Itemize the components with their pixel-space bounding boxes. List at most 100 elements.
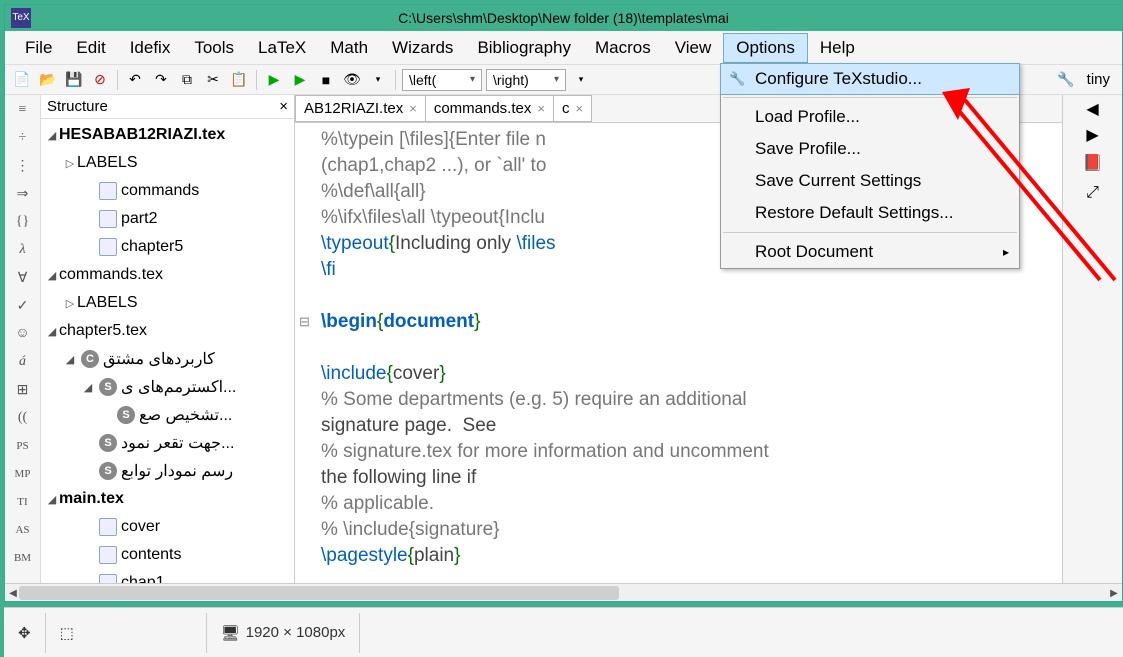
twisty-icon[interactable]: ◢: [45, 493, 59, 506]
tree-row[interactable]: part2: [41, 205, 294, 233]
toolbar-right-label: tiny: [1087, 71, 1110, 88]
right-delim-combo[interactable]: \right): [486, 69, 566, 91]
wrench-icon[interactable]: 🔧: [1055, 69, 1077, 91]
tab-scroll-left-icon[interactable]: ◀: [1086, 99, 1098, 119]
view-icon[interactable]: 👁: [341, 69, 363, 91]
left-delim-combo[interactable]: \left(: [402, 69, 482, 91]
menu-wizards[interactable]: Wizards: [380, 34, 465, 62]
twisty-icon[interactable]: ▷: [63, 297, 77, 310]
math-icon[interactable]: ⊞: [11, 379, 35, 401]
struct-icon[interactable]: ≡: [11, 99, 35, 121]
menu-math[interactable]: Math: [318, 34, 380, 62]
tree-row[interactable]: ◢main.tex: [41, 485, 294, 513]
tree-row[interactable]: ◢chapter5.tex: [41, 317, 294, 345]
tree-row[interactable]: ▷LABELS: [41, 289, 294, 317]
redo-icon[interactable]: ↷: [150, 69, 172, 91]
menu-idefix[interactable]: Idefix: [118, 34, 183, 62]
twisty-icon[interactable]: ◢: [45, 129, 59, 142]
stop-icon[interactable]: ■: [315, 69, 337, 91]
braces-icon[interactable]: {}: [11, 211, 35, 233]
menu-item[interactable]: Save Profile...: [721, 133, 1019, 165]
menu-item[interactable]: 🔧Configure TeXstudio...: [720, 63, 1020, 95]
fold-icon[interactable]: ⊟: [299, 309, 310, 335]
close-tab-icon[interactable]: ×: [537, 101, 545, 116]
app-icon: TeX: [11, 8, 31, 28]
menu-options[interactable]: Options: [723, 33, 808, 63]
menu-file[interactable]: File: [13, 34, 64, 62]
tree-row[interactable]: chapter5: [41, 233, 294, 261]
horizontal-scrollbar[interactable]: ◀ ▶: [5, 583, 1122, 601]
close-tab-icon[interactable]: ×: [575, 101, 583, 116]
close-tab-icon[interactable]: ×: [409, 101, 417, 116]
save-icon[interactable]: 💾: [63, 69, 85, 91]
editor-tab[interactable]: c×: [553, 95, 592, 122]
mp-icon[interactable]: MP: [11, 463, 35, 485]
editor-tab[interactable]: commands.tex×: [425, 95, 554, 122]
tree-row[interactable]: commands: [41, 177, 294, 205]
twisty-icon[interactable]: ▷: [63, 157, 77, 170]
menu-latex[interactable]: LaTeX: [246, 34, 318, 62]
scroll-right-icon[interactable]: ▶: [1106, 584, 1122, 602]
tree-row[interactable]: ▷LABELS: [41, 149, 294, 177]
tree-row[interactable]: Sجهت تقعر نمود...: [41, 429, 294, 457]
close-icon[interactable]: ⊘: [89, 69, 111, 91]
tree-row[interactable]: ◢commands.tex: [41, 261, 294, 289]
move-tool-icon[interactable]: ✥: [4, 624, 45, 642]
new-file-icon[interactable]: 📄: [11, 69, 33, 91]
selection-icon[interactable]: ⬚: [46, 624, 206, 642]
menu-tools[interactable]: Tools: [182, 34, 246, 62]
paste-icon[interactable]: 📋: [228, 69, 250, 91]
menu-view[interactable]: View: [663, 34, 724, 62]
tree-row[interactable]: contents: [41, 541, 294, 569]
undo-icon[interactable]: ↶: [124, 69, 146, 91]
menu-item[interactable]: Save Current Settings: [721, 165, 1019, 197]
ps-icon[interactable]: PS: [11, 435, 35, 457]
menu-item[interactable]: Load Profile...: [721, 101, 1019, 133]
ti-icon[interactable]: TI: [11, 491, 35, 513]
tree-row[interactable]: chap1: [41, 569, 294, 583]
dropdown-icon[interactable]: ▾: [367, 69, 389, 91]
lambda-icon[interactable]: λ: [11, 239, 35, 261]
titlebar: TeX C:\Users\shm\Desktop\New folder (18)…: [5, 5, 1122, 31]
menu-bibliography[interactable]: Bibliography: [465, 34, 583, 62]
close-panel-icon[interactable]: ×: [279, 98, 288, 115]
dropdown-icon[interactable]: ▾: [570, 69, 592, 91]
tree-row[interactable]: ◢HESABAB12RIAZI.tex: [41, 121, 294, 149]
twisty-icon[interactable]: ◢: [63, 353, 77, 366]
parens-icon[interactable]: ((: [11, 407, 35, 429]
file-icon: [99, 238, 117, 256]
twisty-icon[interactable]: ◢: [81, 381, 95, 394]
tab-scroll-right-icon[interactable]: ▶: [1086, 125, 1098, 145]
menu-edit[interactable]: Edit: [64, 34, 117, 62]
accent-icon[interactable]: á: [11, 351, 35, 373]
tree-row[interactable]: Sتشخیص صع...: [41, 401, 294, 429]
smiley-icon[interactable]: ☺: [11, 323, 35, 345]
dots-icon[interactable]: ⋮: [11, 155, 35, 177]
menu-item[interactable]: Root Document: [721, 236, 1019, 268]
as-icon[interactable]: AS: [11, 519, 35, 541]
expand-icon[interactable]: ⤢: [1081, 181, 1105, 205]
copy-icon[interactable]: ⧉: [176, 69, 198, 91]
arrows-icon[interactable]: ⇒: [11, 183, 35, 205]
editor-tab[interactable]: AB12RIAZI.tex×: [295, 95, 426, 122]
run-icon[interactable]: ▶: [289, 69, 311, 91]
pdf-icon[interactable]: 📕: [1081, 151, 1105, 175]
bm-icon[interactable]: BM: [11, 547, 35, 569]
scrollbar-thumb[interactable]: [19, 586, 619, 600]
build-icon[interactable]: ▶: [263, 69, 285, 91]
forall-icon[interactable]: ∀: [11, 267, 35, 289]
menu-macros[interactable]: Macros: [583, 34, 663, 62]
open-file-icon[interactable]: 📂: [37, 69, 59, 91]
tree-row[interactable]: Sرسم نمودار توابع: [41, 457, 294, 485]
check-icon[interactable]: ✓: [11, 295, 35, 317]
tree-row[interactable]: cover: [41, 513, 294, 541]
twisty-icon[interactable]: ◢: [45, 325, 59, 338]
menu-item[interactable]: Restore Default Settings...: [721, 197, 1019, 229]
tree-row[interactable]: ◢Sاکسترمم‌های ی...: [41, 373, 294, 401]
divide-icon[interactable]: ÷: [11, 127, 35, 149]
menu-help[interactable]: Help: [808, 34, 867, 62]
twisty-icon[interactable]: ◢: [45, 269, 59, 282]
cut-icon[interactable]: ✂: [202, 69, 224, 91]
tree-row[interactable]: ◢Cکاربردهای مشتق: [41, 345, 294, 373]
chap-icon: C: [81, 350, 99, 368]
